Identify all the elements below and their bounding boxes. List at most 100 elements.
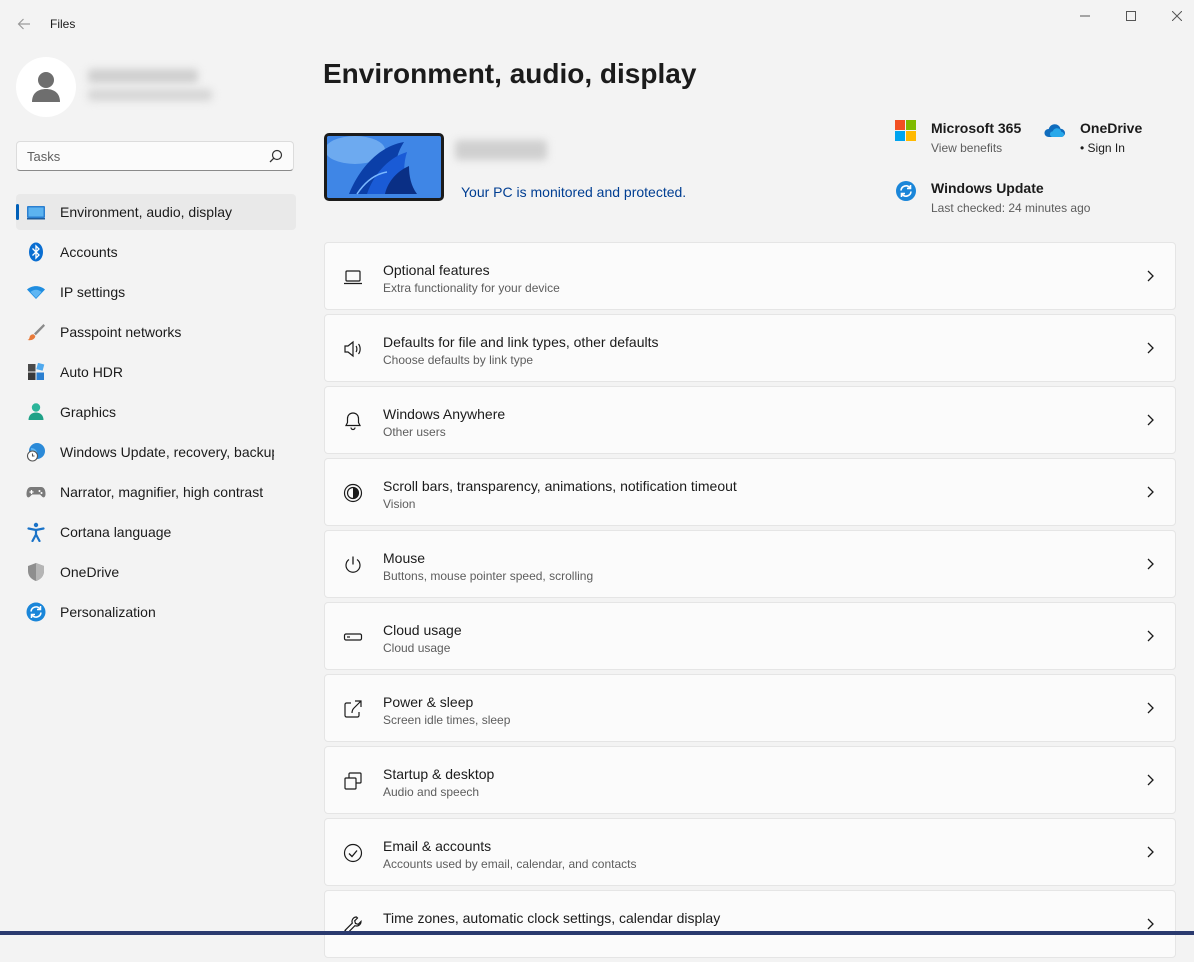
- card-title: Mouse: [383, 550, 426, 566]
- card-title: Scroll bars, transparency, animations, n…: [383, 478, 737, 494]
- sidebar-item-graphics[interactable]: Graphics: [16, 394, 296, 430]
- device-status-link[interactable]: Your PC is monitored and protected.: [461, 184, 686, 200]
- multitask-icon: [344, 772, 362, 790]
- taskbar-edge: [0, 931, 1194, 935]
- card-mouse[interactable]: Mouse Buttons, mouse pointer speed, scro…: [324, 530, 1176, 598]
- onedrive-tile[interactable]: OneDrive • Sign In: [1044, 120, 1164, 160]
- avatar: [16, 57, 76, 117]
- card-title: Time zones, automatic clock settings, ca…: [383, 910, 721, 926]
- close-button[interactable]: [1154, 0, 1194, 32]
- sidebar-item-label: Accounts: [60, 244, 118, 260]
- maximize-button[interactable]: [1108, 0, 1154, 32]
- user-email-redacted: [88, 89, 212, 101]
- user-name-redacted: [88, 69, 198, 83]
- card-subtitle: Choose defaults by link type: [383, 353, 534, 367]
- card-subtitle: Vision: [383, 497, 416, 511]
- chevron-right-icon: [1147, 270, 1154, 282]
- windows-update-icon: [896, 181, 916, 201]
- minimize-icon: [1080, 15, 1090, 17]
- sidebar-item-label: Passpoint networks: [60, 324, 182, 340]
- wifi-icon: [27, 286, 45, 299]
- card-windows-anywhere[interactable]: Windows Anywhere Other users: [324, 386, 1176, 454]
- chevron-right-icon: [1147, 846, 1154, 858]
- sidebar-item-auto-hdr[interactable]: Auto HDR: [16, 354, 296, 390]
- sidebar-item-onedrive[interactable]: OneDrive: [16, 554, 296, 590]
- card-subtitle: Cloud usage: [383, 641, 451, 655]
- back-arrow-icon: [17, 18, 30, 30]
- search-input[interactable]: [17, 142, 277, 170]
- share-icon: [344, 700, 362, 718]
- contrast-icon: [343, 483, 363, 503]
- person-icon: [28, 403, 44, 420]
- back-button[interactable]: [12, 12, 36, 36]
- sidebar-item-personalization[interactable]: Personalization: [16, 594, 296, 630]
- storage-icon: [343, 633, 363, 641]
- card-title: Power & sleep: [383, 694, 474, 710]
- card-title: Defaults for file and link types, other …: [383, 334, 659, 350]
- card-startup-desktop[interactable]: Startup & desktop Audio and speech: [324, 746, 1176, 814]
- sidebar-item-passpoint[interactable]: Passpoint networks: [16, 314, 296, 350]
- close-icon: [1172, 11, 1182, 21]
- card-defaults[interactable]: Defaults for file and link types, other …: [324, 314, 1176, 382]
- sidebar-item-label: Personalization: [60, 604, 156, 620]
- card-subtitle: Extra functionality for your device: [383, 281, 560, 295]
- sidebar-item-windows-update-recovery[interactable]: Windows Update, recovery, backup: [16, 434, 296, 470]
- accessibility-icon: [27, 522, 45, 542]
- sidebar-item-ip-settings[interactable]: IP settings: [16, 274, 296, 310]
- laptop-icon: [344, 270, 362, 285]
- sidebar-nav: Environment, audio, display Accounts IP …: [16, 194, 296, 634]
- card-email-accounts[interactable]: Email & accounts Accounts used by email,…: [324, 818, 1176, 886]
- user-profile[interactable]: [16, 57, 296, 117]
- card-subtitle: Audio and speech: [383, 785, 480, 799]
- sidebar-item-label: OneDrive: [60, 564, 120, 580]
- bell-icon: [345, 412, 361, 431]
- card-subtitle: Other users: [383, 425, 446, 439]
- microsoft-logo-icon: [895, 120, 916, 141]
- gamepad-icon: [26, 487, 46, 498]
- globe-clock-icon: [26, 443, 45, 462]
- microsoft-365-tile[interactable]: Microsoft 365 View benefits: [895, 120, 1035, 160]
- chevron-right-icon: [1147, 630, 1154, 642]
- chevron-right-icon: [1147, 918, 1154, 930]
- card-title: Cloud usage: [383, 622, 462, 638]
- card-subtitle: Buttons, mouse pointer speed, scrolling: [383, 569, 594, 583]
- sidebar-item-narrator[interactable]: Narrator, magnifier, high contrast: [16, 474, 296, 510]
- microsoft-365-link[interactable]: View benefits: [931, 141, 1002, 155]
- chevron-right-icon: [1147, 774, 1154, 786]
- chevron-right-icon: [1147, 414, 1154, 426]
- device-name-redacted: [455, 140, 547, 160]
- sidebar-item-environment[interactable]: Environment, audio, display: [16, 194, 296, 230]
- settings-card-list: Optional features Extra functionality fo…: [324, 242, 1176, 962]
- card-optional-features[interactable]: Optional features Extra functionality fo…: [324, 242, 1176, 310]
- sidebar-item-accounts[interactable]: Accounts: [16, 234, 296, 270]
- search-icon[interactable]: [269, 149, 283, 163]
- page-title: Environment, audio, display: [323, 58, 697, 89]
- card-title: Startup & desktop: [383, 766, 495, 782]
- windows-update-title: Windows Update: [931, 180, 1044, 196]
- chevron-right-icon: [1147, 342, 1154, 354]
- microsoft-365-title: Microsoft 365: [931, 120, 1022, 136]
- onedrive-sign-in-link[interactable]: • Sign In: [1080, 141, 1125, 155]
- chevron-right-icon: [1147, 558, 1154, 570]
- user-silhouette-icon: [32, 72, 60, 102]
- sidebar-item-label: Narrator, magnifier, high contrast: [60, 484, 264, 500]
- app-title: Files: [50, 17, 76, 31]
- card-scroll-bars[interactable]: Scroll bars, transparency, animations, n…: [324, 458, 1176, 526]
- search-box[interactable]: [16, 141, 294, 171]
- card-title: Email & accounts: [383, 838, 492, 854]
- onedrive-cloud-icon: [1044, 124, 1065, 137]
- windows-update-status: Last checked: 24 minutes ago: [931, 201, 1091, 215]
- shield-icon: [28, 563, 44, 581]
- sidebar-item-cortana[interactable]: Cortana language: [16, 514, 296, 550]
- card-subtitle: Screen idle times, sleep: [383, 713, 511, 727]
- chevron-right-icon: [1147, 702, 1154, 714]
- minimize-button[interactable]: [1062, 0, 1108, 32]
- wallpaper-bloom-image: [327, 136, 441, 198]
- card-power-sleep[interactable]: Power & sleep Screen idle times, sleep: [324, 674, 1176, 742]
- display-icon: [27, 206, 45, 220]
- apps-icon: [28, 362, 45, 380]
- card-time-zones[interactable]: Time zones, automatic clock settings, ca…: [324, 890, 1176, 958]
- card-title: Windows Anywhere: [383, 406, 506, 422]
- windows-update-tile[interactable]: Windows Update Last checked: 24 minutes …: [895, 180, 1115, 220]
- card-cloud-usage[interactable]: Cloud usage Cloud usage: [324, 602, 1176, 670]
